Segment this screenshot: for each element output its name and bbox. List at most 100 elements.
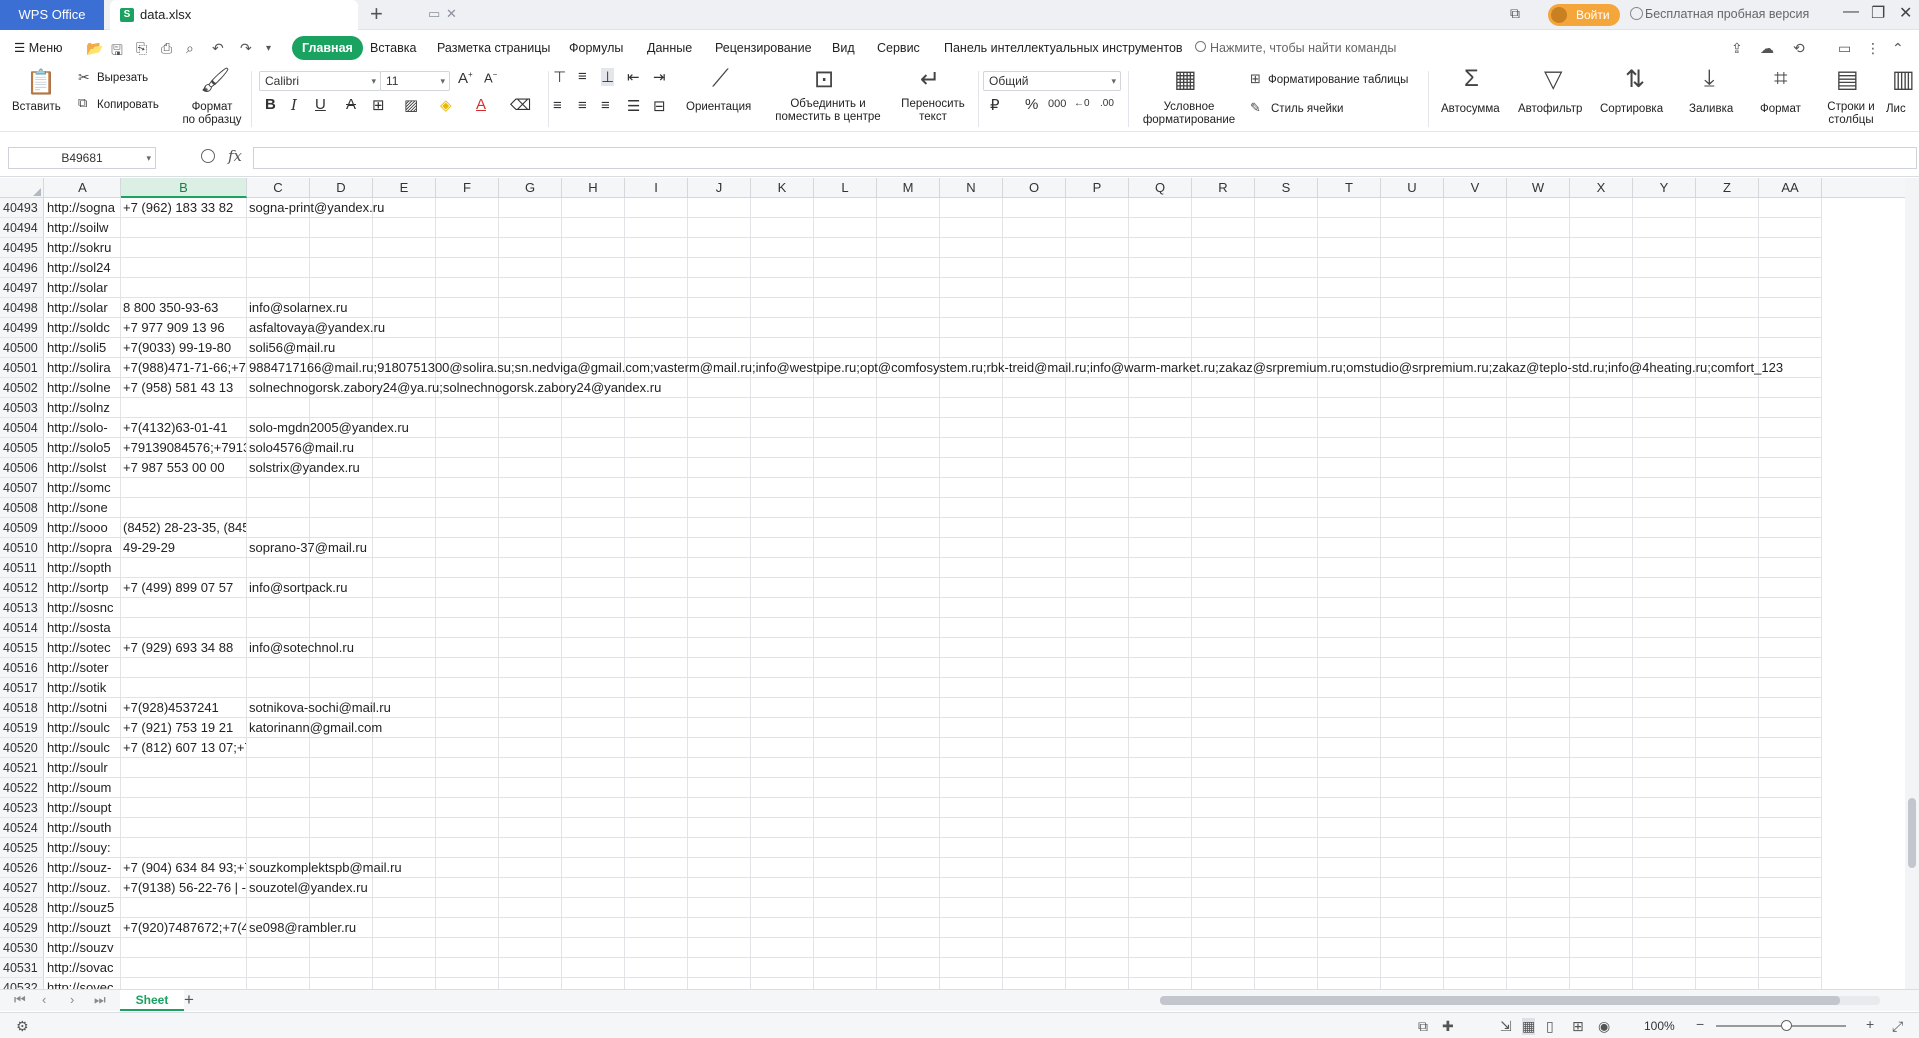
- cell-p[interactable]: [1066, 698, 1129, 718]
- cell-c[interactable]: solo-mgdn2005@yandex.ru: [247, 418, 409, 438]
- print-icon[interactable]: ⎙: [161, 40, 172, 57]
- cell-aa[interactable]: [1759, 618, 1822, 638]
- cell-y[interactable]: [1633, 398, 1696, 418]
- cell-c[interactable]: katorinann@gmail.com: [247, 718, 382, 738]
- cell-i[interactable]: [625, 758, 688, 778]
- cell-f[interactable]: [436, 798, 499, 818]
- cell-t[interactable]: [1318, 238, 1381, 258]
- column-header-w[interactable]: W: [1507, 178, 1570, 198]
- cell-y[interactable]: [1633, 758, 1696, 778]
- cell-p[interactable]: [1066, 738, 1129, 758]
- cut-button[interactable]: Вырезать: [97, 72, 148, 85]
- cell-fill-icon[interactable]: ▨: [404, 96, 418, 114]
- cell-g[interactable]: [499, 438, 562, 458]
- cell-w[interactable]: [1507, 918, 1570, 938]
- cell-l[interactable]: [814, 778, 877, 798]
- cell-aa[interactable]: [1759, 598, 1822, 618]
- cell-j[interactable]: [688, 258, 751, 278]
- cell-p[interactable]: [1066, 558, 1129, 578]
- merge-center-button[interactable]: Объединить и поместить в центре: [770, 98, 886, 124]
- cell-r[interactable]: [1192, 338, 1255, 358]
- cell-q[interactable]: [1129, 938, 1192, 958]
- cell-h[interactable]: [562, 338, 625, 358]
- cell-n[interactable]: [940, 898, 1003, 918]
- cell-g[interactable]: [499, 238, 562, 258]
- cell-n[interactable]: [940, 378, 1003, 398]
- tab-page-layout[interactable]: Разметка страницы: [437, 41, 550, 55]
- normal-view-icon[interactable]: ▦: [1522, 1018, 1536, 1035]
- cell-j[interactable]: [688, 958, 751, 978]
- cell-m[interactable]: [877, 818, 940, 838]
- cell-v[interactable]: [1444, 778, 1507, 798]
- cell-r[interactable]: [1192, 898, 1255, 918]
- row-header[interactable]: 40521: [0, 758, 44, 778]
- cell-k[interactable]: [751, 198, 814, 218]
- cell-i[interactable]: [625, 198, 688, 218]
- cell-a[interactable]: http://sosta: [45, 618, 121, 638]
- cell-e[interactable]: [373, 958, 436, 978]
- cell-u[interactable]: [1381, 678, 1444, 698]
- cell-q[interactable]: [1129, 338, 1192, 358]
- cell-i[interactable]: [625, 298, 688, 318]
- row-header[interactable]: 40500: [0, 338, 44, 358]
- column-header-g[interactable]: G: [499, 178, 562, 198]
- cell-g[interactable]: [499, 558, 562, 578]
- cell-f[interactable]: [436, 558, 499, 578]
- name-box[interactable]: B49681 ▾: [8, 147, 156, 169]
- cell-e[interactable]: [373, 978, 436, 989]
- cell-w[interactable]: [1507, 378, 1570, 398]
- cell-aa[interactable]: [1759, 478, 1822, 498]
- cell-o[interactable]: [1003, 498, 1066, 518]
- cell-g[interactable]: [499, 538, 562, 558]
- cell-v[interactable]: [1444, 958, 1507, 978]
- cell-g[interactable]: [499, 878, 562, 898]
- cell-n[interactable]: [940, 458, 1003, 478]
- cell-m[interactable]: [877, 698, 940, 718]
- cell-p[interactable]: [1066, 658, 1129, 678]
- cell-x[interactable]: [1570, 918, 1633, 938]
- cell-x[interactable]: [1570, 378, 1633, 398]
- cell-u[interactable]: [1381, 378, 1444, 398]
- cell-v[interactable]: [1444, 538, 1507, 558]
- cell-w[interactable]: [1507, 498, 1570, 518]
- cell-m[interactable]: [877, 458, 940, 478]
- cell-p[interactable]: [1066, 818, 1129, 838]
- cell-w[interactable]: [1507, 318, 1570, 338]
- cell-aa[interactable]: [1759, 738, 1822, 758]
- cell-aa[interactable]: [1759, 798, 1822, 818]
- row-header[interactable]: 40513: [0, 598, 44, 618]
- cell-p[interactable]: [1066, 918, 1129, 938]
- cell-y[interactable]: [1633, 418, 1696, 438]
- cell-i[interactable]: [625, 238, 688, 258]
- cell-x[interactable]: [1570, 238, 1633, 258]
- cell-t[interactable]: [1318, 978, 1381, 989]
- cell-q[interactable]: [1129, 378, 1192, 398]
- cell-t[interactable]: [1318, 618, 1381, 638]
- prev-sheet-icon[interactable]: ‹: [42, 992, 46, 1007]
- cell-k[interactable]: [751, 958, 814, 978]
- cell-e[interactable]: [373, 218, 436, 238]
- tab-home[interactable]: Главная: [292, 36, 363, 60]
- cell-b[interactable]: [121, 258, 247, 278]
- cell-y[interactable]: [1633, 618, 1696, 638]
- cell-l[interactable]: [814, 438, 877, 458]
- cell-y[interactable]: [1633, 978, 1696, 989]
- cell-j[interactable]: [688, 618, 751, 638]
- increase-font-icon[interactable]: A+: [458, 70, 473, 87]
- row-header[interactable]: 40527: [0, 878, 44, 898]
- cell-l[interactable]: [814, 958, 877, 978]
- cell-q[interactable]: [1129, 478, 1192, 498]
- cell-r[interactable]: [1192, 478, 1255, 498]
- cell-e[interactable]: [373, 478, 436, 498]
- cell-x[interactable]: [1570, 638, 1633, 658]
- cell-x[interactable]: [1570, 798, 1633, 818]
- cell-r[interactable]: [1192, 318, 1255, 338]
- cell-j[interactable]: [688, 678, 751, 698]
- cell-z[interactable]: [1696, 478, 1759, 498]
- cell-u[interactable]: [1381, 278, 1444, 298]
- cell-l[interactable]: [814, 618, 877, 638]
- cell-v[interactable]: [1444, 938, 1507, 958]
- cell-a[interactable]: http://sopra: [45, 538, 121, 558]
- number-format-select[interactable]: Общий ▾: [983, 71, 1121, 91]
- cell-v[interactable]: [1444, 738, 1507, 758]
